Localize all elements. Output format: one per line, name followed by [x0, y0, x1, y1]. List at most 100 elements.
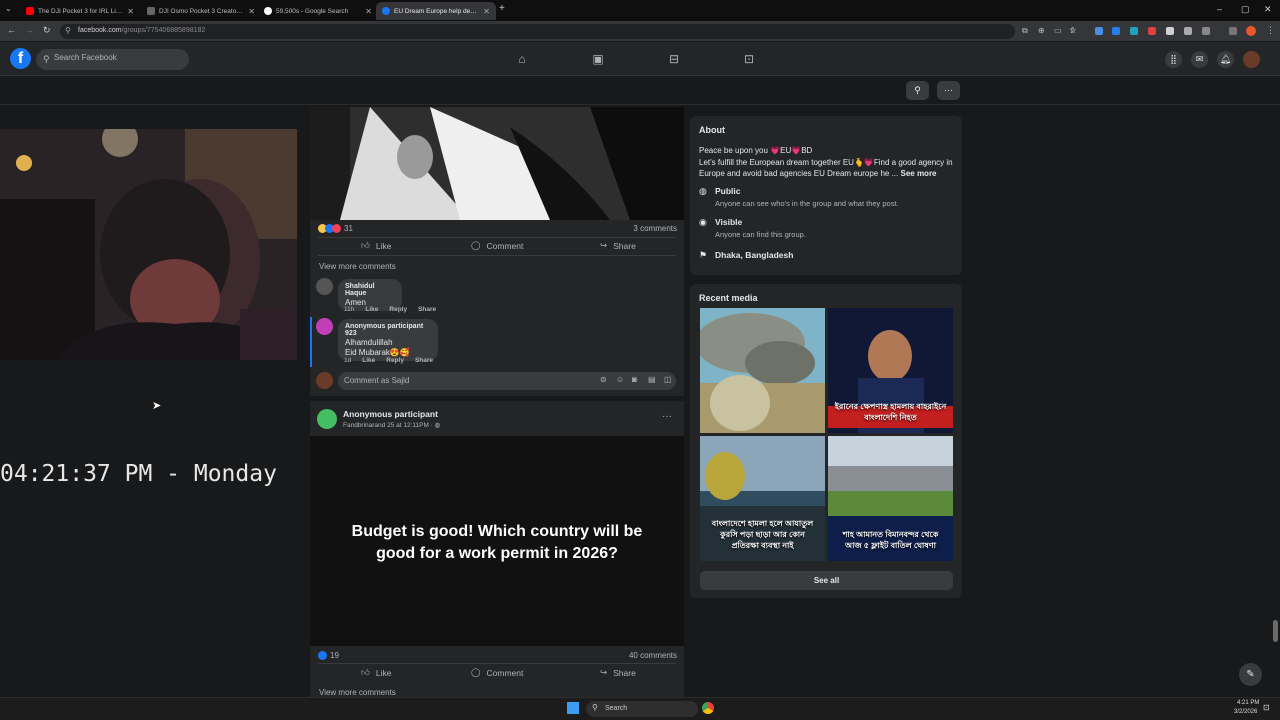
taskbar-search[interactable]: ⚲ Search [586, 701, 698, 717]
profile-icon[interactable] [1246, 26, 1256, 36]
view-more-comments-link[interactable]: View more comments [319, 262, 396, 271]
view-more-comments-link[interactable]: View more comments [319, 688, 396, 697]
browser-tab[interactable]: 59,500s - Google Search ✕ [258, 2, 378, 20]
sidepanel-icon[interactable] [1229, 27, 1237, 35]
browser-tab[interactable]: DJI Osmo Pocket 3 Creator Co ✕ [141, 2, 261, 20]
see-more-link[interactable]: See more [900, 169, 936, 178]
menu-kebab-icon[interactable]: ⋮ [1266, 25, 1275, 36]
close-icon[interactable]: ✕ [127, 7, 134, 16]
account-avatar[interactable] [1243, 51, 1260, 68]
page-scrollbar-thumb[interactable] [1273, 620, 1278, 642]
share-button[interactable]: ↪ Share [600, 667, 636, 678]
post-author[interactable]: Anonymous participant [343, 409, 438, 419]
anonymous-avatar-icon[interactable] [316, 318, 333, 335]
extension-icon[interactable] [1130, 27, 1138, 35]
zoom-icon[interactable]: ⊕ [1038, 26, 1045, 35]
close-icon[interactable]: ✕ [365, 7, 372, 16]
taskbar-time[interactable]: 4:21 PM [1237, 700, 1259, 706]
cast-icon[interactable]: ▭ [1054, 26, 1062, 35]
like-thumb-icon: 👍︎ [361, 240, 370, 250]
browser-tab[interactable]: The DJI Pocket 3 for IRL Live-st ✕ [20, 2, 140, 20]
comment-like-link[interactable]: Like [362, 357, 375, 364]
post-image[interactable] [310, 107, 684, 220]
back-icon[interactable]: ← [7, 25, 16, 35]
close-icon[interactable]: ✕ [483, 7, 490, 16]
more-options-icon[interactable]: ··· [937, 81, 960, 100]
comment-share-link[interactable]: Share [418, 306, 436, 313]
messenger-icon[interactable]: ✉ [1191, 51, 1208, 68]
extension-icon[interactable] [1095, 27, 1103, 35]
search-input[interactable] [54, 53, 184, 62]
video-icon[interactable]: ▣ [591, 52, 605, 66]
comment-reply-link[interactable]: Reply [386, 357, 404, 364]
maximize-icon[interactable]: ▢ [1241, 4, 1250, 15]
close-icon[interactable]: ✕ [248, 7, 255, 16]
reaction-summary[interactable]: 19 [318, 651, 339, 660]
extensions-puzzle-icon[interactable] [1202, 27, 1210, 35]
gif-icon[interactable]: ▤ [648, 375, 656, 384]
translate-icon[interactable]: ⧉ [1022, 26, 1028, 36]
notification-icon[interactable]: ⊡ [1263, 703, 1270, 712]
media-thumbnail[interactable]: ইরানের ক্ষেপণাস্ত্র হামলায় বাহরাইনে বাং… [828, 308, 953, 433]
new-tab-icon[interactable]: + [499, 3, 505, 14]
tab-search-icon[interactable]: ⌄ [5, 4, 12, 13]
comment-time[interactable]: 1d [344, 357, 351, 364]
see-all-button[interactable]: See all [700, 571, 953, 590]
comment-author[interactable]: Shahidul Haque [345, 283, 395, 297]
forward-icon[interactable]: → [25, 25, 34, 35]
gaming-icon[interactable]: ⊡ [742, 52, 756, 66]
avatar[interactable] [316, 278, 333, 295]
about-line-1: Peace be upon you 💗EU💗BD [699, 146, 813, 155]
emoji-icon[interactable]: ☺ [616, 375, 624, 384]
address-bar[interactable]: ⚲ facebook.com/groups/775406885898182 ⧉ … [60, 24, 1076, 39]
comments-count-link[interactable]: 3 comments [633, 224, 677, 233]
extension-icon[interactable] [1166, 27, 1174, 35]
anonymous-avatar-icon[interactable] [317, 409, 337, 429]
extension-icon[interactable] [1112, 27, 1120, 35]
apps-menu-icon[interactable]: ⣿ [1165, 51, 1182, 68]
comments-count-link[interactable]: 40 comments [629, 651, 677, 660]
group-search-icon[interactable]: ⚲ [906, 81, 929, 100]
facebook-search[interactable]: ⚲ [36, 49, 189, 70]
post-options-icon[interactable]: ··· [662, 411, 672, 422]
comment-button[interactable]: ◯ Comment [471, 667, 523, 678]
marketplace-icon[interactable]: ⊟ [667, 52, 681, 66]
comment-author[interactable]: Anonymous participant 923 [345, 323, 431, 337]
bookmark-star-icon[interactable]: ☆ [1069, 25, 1077, 36]
share-button[interactable]: ↪ Share [600, 240, 636, 251]
comment-share-link[interactable]: Share [415, 357, 433, 364]
camera-icon[interactable]: ◙ [632, 375, 637, 384]
browser-tab-bar: ⌄ The DJI Pocket 3 for IRL Live-st ✕ DJI… [0, 0, 1280, 21]
comment-button[interactable]: ◯ Comment [471, 240, 523, 251]
overlay-clock: 04:21:37 PM - Monday [0, 461, 277, 487]
like-button[interactable]: 👍︎ Like [361, 667, 391, 678]
comment-like-link[interactable]: Like [365, 306, 378, 313]
comment-input-box[interactable]: Comment as Sajid ⊜ ☺ ◙ ▤ ◫ [338, 372, 676, 390]
close-window-icon[interactable]: ✕ [1264, 4, 1272, 15]
notifications-bell-icon[interactable]: 🔔︎ [1217, 51, 1234, 68]
divider [318, 255, 676, 256]
media-thumbnail[interactable]: বাংলাদেশে হামলা হলে আযাতুল কুরসি পড়া ছা… [700, 436, 825, 561]
minimize-icon[interactable]: – [1217, 4, 1222, 14]
my-avatar[interactable] [316, 372, 333, 389]
location-text[interactable]: Dhaka, Bangladesh [715, 250, 793, 260]
site-info-icon[interactable]: ⚲ [65, 26, 71, 35]
extension-icon[interactable] [1148, 27, 1156, 35]
extension-icon[interactable] [1184, 27, 1192, 35]
comment-time[interactable]: 11h [344, 306, 354, 313]
reaction-summary[interactable]: 31 [318, 224, 353, 233]
reload-icon[interactable]: ↻ [43, 25, 51, 36]
home-icon[interactable]: ⌂ [515, 52, 529, 66]
browser-tab-active[interactable]: EU Dream Europe help desk so ✕ [376, 2, 496, 20]
comment-reply-link[interactable]: Reply [389, 306, 407, 313]
like-button[interactable]: 👍︎ Like [361, 240, 391, 251]
media-thumbnail[interactable]: শাহ আমানত বিমানবন্দর থেকে আজ ৫ ফ্লাইট বা… [828, 436, 953, 561]
media-thumbnail[interactable] [700, 308, 825, 433]
windows-start-icon[interactable] [567, 702, 579, 714]
taskbar-date[interactable]: 3/2/2026 [1234, 709, 1257, 715]
chrome-taskbar-icon[interactable] [702, 702, 714, 714]
sticker-icon[interactable]: ◫ [664, 375, 672, 384]
new-message-button[interactable]: ✎ [1239, 663, 1262, 686]
avatar-sticker-icon[interactable]: ⊜ [600, 375, 607, 384]
facebook-logo-icon[interactable]: f [10, 48, 31, 69]
